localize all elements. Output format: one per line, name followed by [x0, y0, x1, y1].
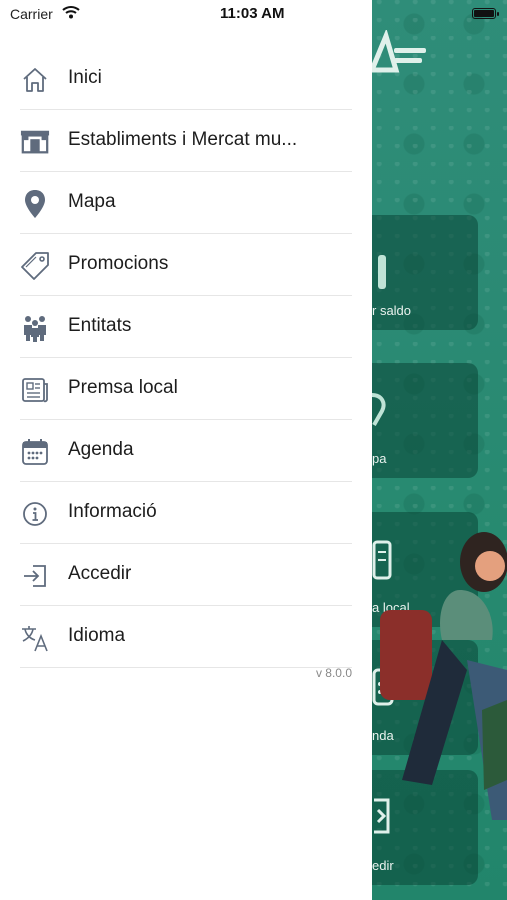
calendar-icon [20, 437, 50, 467]
tile-label: pa [372, 451, 387, 466]
translate-icon [20, 623, 50, 653]
background-app: r saldo pa a local nda edir [372, 0, 507, 900]
menu-item-label: Entitats [68, 315, 132, 336]
menu-item-label: Promocions [68, 253, 169, 274]
menu-item-label: Establiments i Mercat mu... [68, 129, 298, 150]
battery-icon [472, 8, 499, 19]
illustration-people [380, 532, 507, 820]
menu-item-accedir[interactable]: Accedir [20, 544, 352, 606]
menu-item-promocions[interactable]: Promocions [20, 234, 352, 296]
navigation-drawer: Inici Establiments i Mercat mu... Mapa P… [0, 0, 372, 900]
tile-saldo[interactable]: r saldo [372, 215, 478, 330]
menu-item-entitats[interactable]: Entitats [20, 296, 352, 358]
menu-item-idioma[interactable]: Idioma [20, 606, 352, 668]
app-version: v 8.0.0 [315, 666, 352, 680]
tile-label: r saldo [372, 303, 412, 318]
info-icon [20, 499, 50, 529]
menu-item-establiments[interactable]: Establiments i Mercat mu... [20, 110, 352, 172]
wifi-icon [62, 6, 80, 19]
menu-item-label: Idioma [68, 625, 126, 646]
map-pin-icon [20, 189, 50, 219]
menu-item-mapa[interactable]: Mapa [20, 172, 352, 234]
menu-item-label: Mapa [68, 191, 116, 212]
menu-item-label: Premsa local [68, 377, 178, 398]
wallet-icon [378, 255, 386, 289]
store-icon [20, 127, 50, 157]
newspaper-icon [20, 375, 50, 405]
carrier-label: Carrier [10, 6, 53, 22]
people-icon [20, 313, 50, 343]
menu-item-informacio[interactable]: Informació [20, 482, 352, 544]
menu-item-label: Accedir [68, 563, 132, 584]
menu-item-inici[interactable]: Inici [20, 48, 352, 110]
menu-item-label: Agenda [68, 439, 134, 460]
app-logo [372, 30, 426, 73]
status-time: 11:03 AM [220, 5, 285, 22]
login-icon [20, 561, 50, 591]
menu-item-agenda[interactable]: Agenda [20, 420, 352, 482]
drawer-menu: Inici Establiments i Mercat mu... Mapa P… [20, 48, 352, 668]
map-pin-icon [372, 393, 386, 426]
menu-item-label: Informació [68, 501, 157, 522]
home-icon [20, 65, 50, 95]
tile-mapa[interactable]: pa [372, 363, 478, 478]
tag-icon [20, 251, 50, 281]
menu-item-premsa-local[interactable]: Premsa local [20, 358, 352, 420]
menu-item-label: Inici [68, 67, 102, 88]
